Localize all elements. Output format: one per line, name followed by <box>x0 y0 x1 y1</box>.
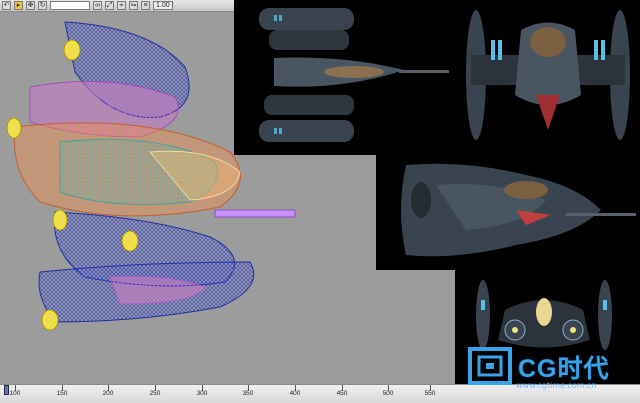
render-perspective-view <box>376 155 640 270</box>
render-top-view <box>234 0 456 155</box>
ruler-label: 450 <box>336 390 348 397</box>
scale-icon[interactable]: ⤢ <box>105 1 114 10</box>
spaceship-perspective-render <box>401 163 636 257</box>
snap-icon[interactable]: ⌖ <box>117 1 126 10</box>
ruler-label: 300 <box>196 390 208 397</box>
ruler-label: 200 <box>102 390 114 397</box>
align-icon[interactable]: ≡ <box>141 1 150 10</box>
spaceship-front-render <box>466 10 630 140</box>
select-icon[interactable]: ▸ <box>14 1 23 10</box>
ruler-label: 500 <box>382 390 394 397</box>
logo-url: www.cgtime.com.cn <box>516 381 597 390</box>
cgtime-logo-icon <box>468 347 512 385</box>
time-slider-handle[interactable] <box>4 385 9 395</box>
link-icon[interactable]: ∞ <box>93 1 102 10</box>
ruler-label: 250 <box>149 390 161 397</box>
ruler-label: 400 <box>289 390 301 397</box>
ruler-label: 550 <box>424 390 436 397</box>
mirror-icon[interactable]: ⇋ <box>129 1 138 10</box>
ruler-label: 350 <box>242 390 254 397</box>
view-select[interactable] <box>50 1 90 10</box>
render-front-view <box>456 0 640 155</box>
move-icon[interactable]: ✥ <box>26 1 35 10</box>
cgtime-watermark: CG时代 www.cgtime.com.cn <box>464 343 640 403</box>
main-toolbar: ↶ ▸ ✥ ↻ ∞ ⤢ ⌖ ⇋ ≡ 1.00 <box>0 0 234 12</box>
spaceship-top-render <box>259 8 449 142</box>
undo-icon[interactable]: ↶ <box>2 1 11 10</box>
ruler-label: 150 <box>56 390 68 397</box>
rotate-icon[interactable]: ↻ <box>38 1 47 10</box>
logo-name: CG时代 <box>518 355 610 383</box>
zoom-label[interactable]: 1.00 <box>153 1 173 10</box>
ruler-label: 100 <box>9 390 21 397</box>
